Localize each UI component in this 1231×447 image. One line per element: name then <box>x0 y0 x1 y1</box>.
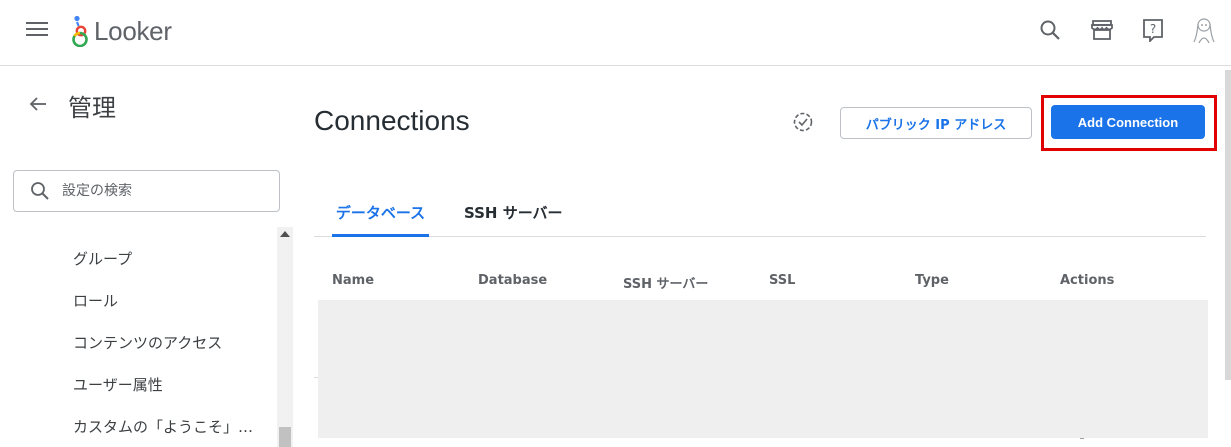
public-ip-address-button[interactable]: パブリック IP アドレス <box>840 107 1032 139</box>
help-icon[interactable]: ? <box>1139 16 1167 44</box>
scroll-thumb[interactable] <box>279 427 291 447</box>
status-check-icon[interactable] <box>792 111 814 133</box>
hamburger-menu-icon[interactable] <box>26 22 48 40</box>
main-content: Connections パブリック IP アドレス Add Connection… <box>296 67 1231 447</box>
page-title: Connections <box>314 105 470 136</box>
tab-ssh-servers[interactable]: SSH サーバー <box>464 193 568 237</box>
sidebar-item-user-attributes[interactable]: ユーザー属性 <box>0 363 277 405</box>
page-scrollbar[interactable] <box>1225 70 1231 380</box>
looker-logo[interactable]: Looker <box>70 14 172 48</box>
search-icon <box>31 182 49 200</box>
connections-table-body <box>318 300 1208 438</box>
sidebar-item-custom-welcome[interactable]: カスタムの「ようこそ」… <box>0 405 277 447</box>
sidebar-title: 管理 <box>68 94 116 122</box>
looker-logo-icon <box>72 15 88 47</box>
user-avatar[interactable] <box>1190 16 1218 44</box>
sidebar-item-content-access[interactable]: コンテンツのアクセス <box>0 321 277 363</box>
scroll-up-arrow-icon[interactable] <box>280 231 290 237</box>
sidebar-item-roles[interactable]: ロール <box>0 279 277 321</box>
top-app-bar: Looker ? <box>0 0 1231 66</box>
column-header-name[interactable]: Name <box>332 273 374 288</box>
tab-database[interactable]: データベース <box>332 193 429 237</box>
connection-tabs: データベース SSH サーバー <box>314 193 1206 237</box>
back-arrow-icon[interactable] <box>28 94 48 114</box>
column-header-database[interactable]: Database <box>478 273 547 288</box>
row-divider <box>1080 438 1084 439</box>
sidebar-item-groups[interactable]: グループ <box>0 237 277 279</box>
admin-nav-list: グループ ロール コンテンツのアクセス ユーザー属性 カスタムの「ようこそ」… <box>0 237 277 447</box>
column-header-actions: Actions <box>1060 273 1115 288</box>
column-header-ssl[interactable]: SSL <box>769 273 795 288</box>
row-divider <box>314 377 318 378</box>
admin-sidebar: 管理 グループ ロール コンテンツのアクセス ユーザー属性 カスタムの「ようこそ… <box>0 67 295 447</box>
svg-text:?: ? <box>1150 22 1156 36</box>
marketplace-icon[interactable] <box>1088 16 1116 44</box>
app-name: Looker <box>94 15 172 46</box>
column-header-type[interactable]: Type <box>915 273 949 288</box>
settings-search-field[interactable] <box>13 170 280 212</box>
search-icon[interactable] <box>1036 16 1064 44</box>
connections-table-header: Name Database SSH サーバー SSL Type Actions <box>314 263 1206 299</box>
add-connection-button[interactable]: Add Connection <box>1051 105 1205 139</box>
settings-search-input[interactable] <box>62 183 262 199</box>
column-header-ssh-server[interactable]: SSH サーバー <box>623 273 708 292</box>
sidebar-scrollbar[interactable] <box>277 227 293 447</box>
